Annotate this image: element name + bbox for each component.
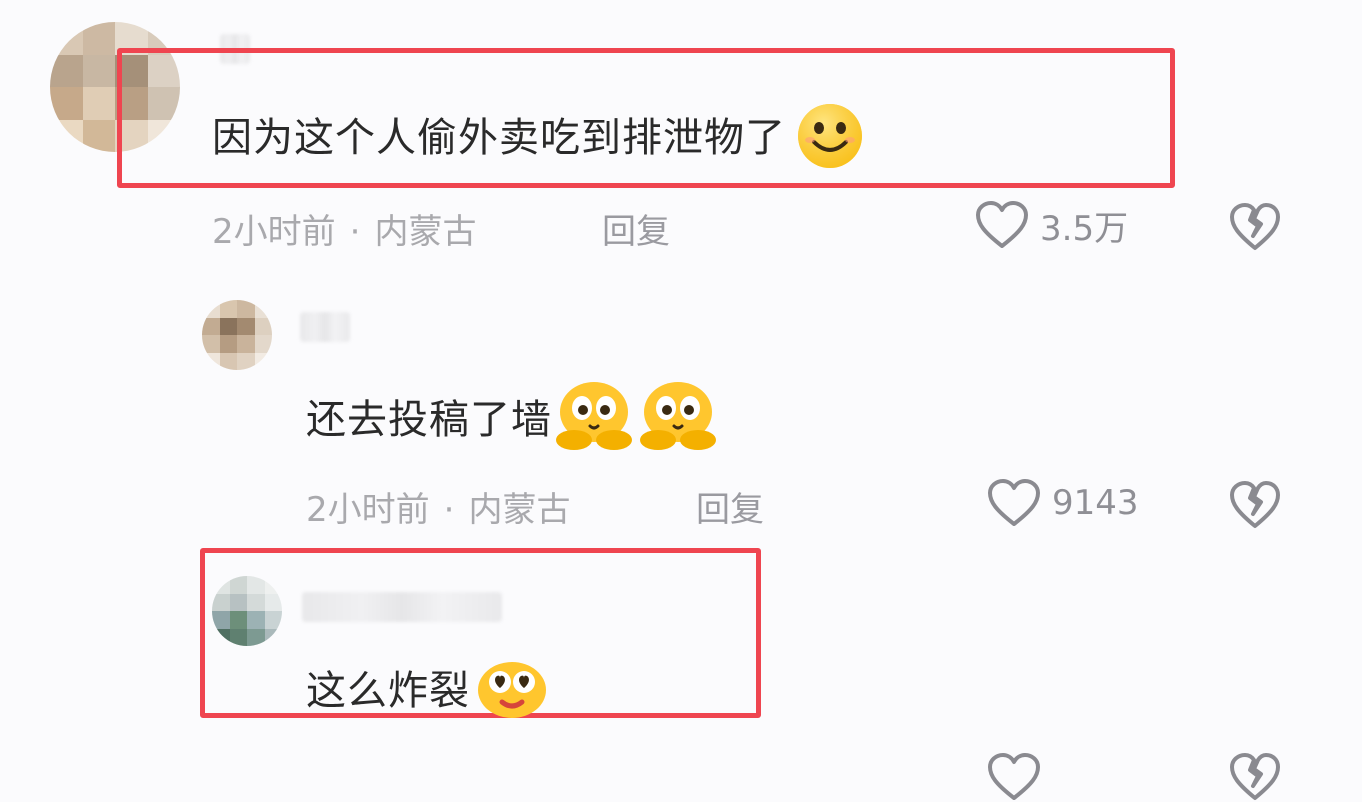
broken-heart-icon[interactable] xyxy=(1228,752,1282,802)
meta-separator: · xyxy=(443,490,455,530)
like-button[interactable]: 3.5万 xyxy=(974,200,1128,250)
heart-outline-icon xyxy=(988,479,1040,526)
comment-body: 还去投稿了墙 xyxy=(306,378,720,454)
comment-meta: 2小时前 · 内蒙古 xyxy=(212,204,476,253)
like-count: 3.5万 xyxy=(1040,208,1129,249)
comment-time: 2小时前 xyxy=(306,490,430,530)
heart-outline-icon xyxy=(976,201,1028,248)
meta-separator: · xyxy=(349,212,361,252)
comment-location: 内蒙古 xyxy=(468,490,571,530)
heart-eyes-emoji xyxy=(478,662,546,718)
broken-heart-icon[interactable] xyxy=(1228,202,1282,252)
smile-emoji xyxy=(798,104,862,168)
like-button[interactable]: 9143 xyxy=(986,478,1139,528)
peeking-emoji xyxy=(640,382,716,450)
heart-outline-icon[interactable] xyxy=(986,752,1042,802)
broken-heart-icon[interactable] xyxy=(1228,480,1282,530)
peeking-emoji xyxy=(556,382,632,450)
comment-meta: 2小时前 · 内蒙古 xyxy=(306,482,570,531)
comment-body: 这么炸裂 xyxy=(306,654,550,720)
username[interactable] xyxy=(302,592,502,622)
reply-button[interactable]: 回复 xyxy=(696,482,764,531)
avatar[interactable] xyxy=(212,576,282,646)
comment-text: 这么炸裂 xyxy=(306,668,470,714)
comment-time: 2小时前 xyxy=(212,212,336,252)
comment-text: 因为这个人偷外卖吃到排泄物了 xyxy=(212,115,786,161)
comment-location: 内蒙古 xyxy=(374,212,477,252)
reply-button[interactable]: 回复 xyxy=(602,204,670,253)
like-count: 9143 xyxy=(1052,483,1139,523)
comment-text: 还去投稿了墙 xyxy=(306,397,552,443)
username[interactable] xyxy=(300,312,350,342)
comment-body: 因为这个人偷外卖吃到排泄物了 xyxy=(212,98,866,170)
avatar[interactable] xyxy=(202,300,272,370)
